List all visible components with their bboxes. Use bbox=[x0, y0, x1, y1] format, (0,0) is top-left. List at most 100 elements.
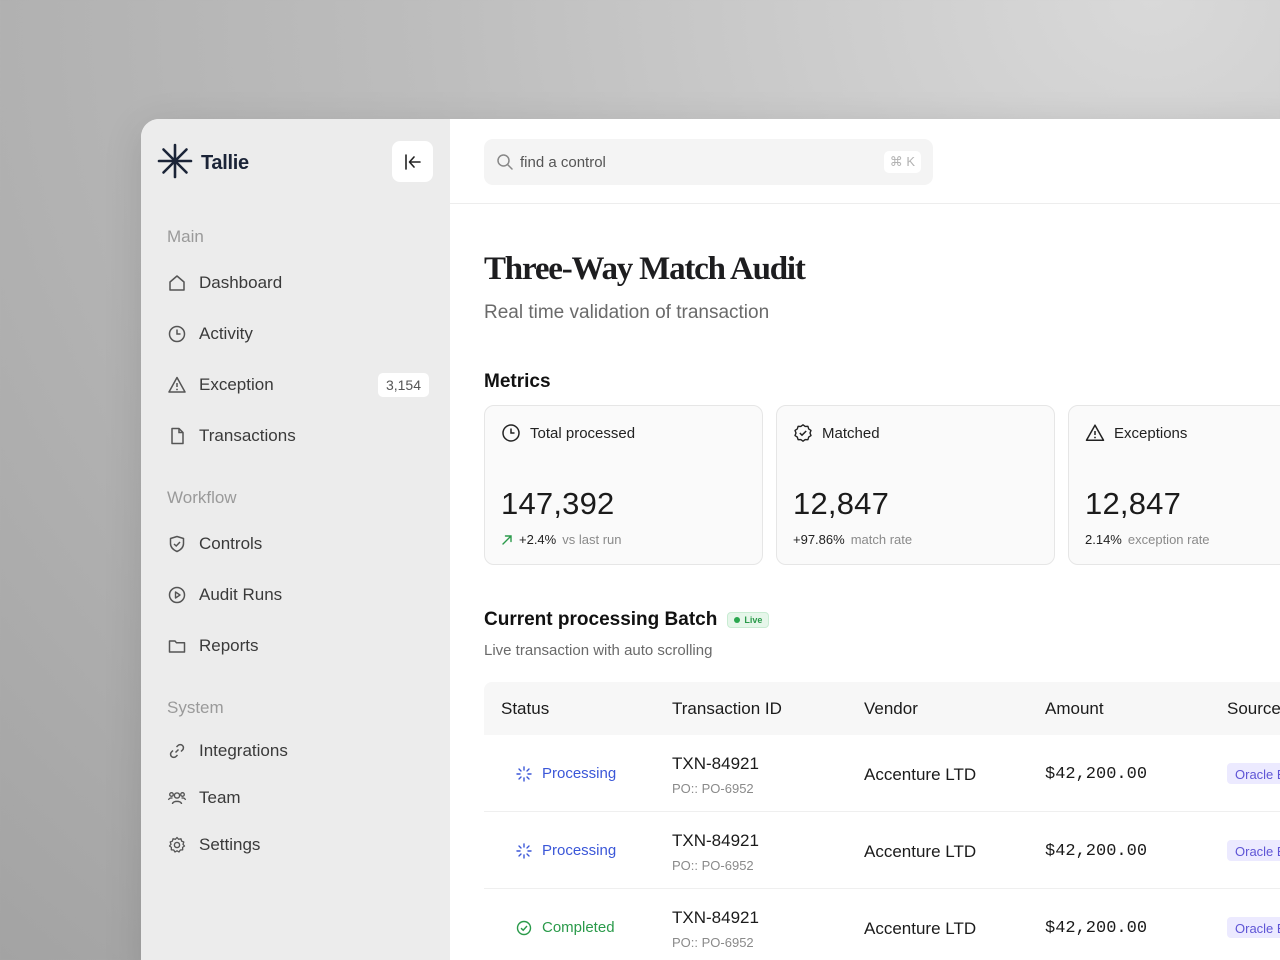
sidebar-item-settings[interactable]: Settings bbox=[167, 829, 429, 861]
po-number: PO:: PO-6952 bbox=[672, 781, 754, 796]
transaction-id: TXN-84921 bbox=[672, 908, 759, 927]
metric-label: Exceptions bbox=[1114, 424, 1188, 442]
search-placeholder: find a control bbox=[520, 153, 606, 171]
app-window: Tallie Main Dashboard Activity Exception… bbox=[141, 119, 1280, 960]
trend-up-icon bbox=[502, 534, 512, 545]
sidebar-item-transactions[interactable]: Transactions bbox=[167, 420, 429, 452]
play-icon bbox=[168, 586, 186, 604]
sidebar: Tallie Main Dashboard Activity Exception… bbox=[141, 119, 450, 960]
metrics-title: Metrics bbox=[484, 371, 551, 392]
brand-name: Tallie bbox=[201, 152, 249, 174]
amount: $42,200.00 bbox=[1045, 842, 1148, 861]
metric-value: 12,847 bbox=[1085, 486, 1182, 521]
transactions-table: Status Transaction ID Vendor Amount Sour… bbox=[484, 682, 1280, 960]
column-header-transaction-id[interactable]: Transaction ID bbox=[672, 699, 782, 719]
column-header-source[interactable]: Source bbox=[1227, 699, 1280, 719]
sidebar-item-label: Settings bbox=[199, 835, 261, 854]
page-title: Three-Way Match Audit bbox=[484, 251, 806, 287]
search-input[interactable]: find a control ⌘ K bbox=[484, 139, 933, 185]
sidebar-item-label: Team bbox=[199, 788, 241, 807]
home-icon bbox=[169, 275, 185, 291]
status-cell: Processing bbox=[516, 765, 616, 782]
file-icon bbox=[171, 427, 184, 445]
asterisk-logo-icon bbox=[157, 143, 193, 184]
search-shortcut: ⌘ K bbox=[883, 151, 921, 173]
check-circle-icon bbox=[516, 920, 532, 935]
spinner-icon bbox=[516, 842, 532, 859]
table-row[interactable]: Processing TXN-84921 PO:: PO-6952 Accent… bbox=[484, 735, 1280, 812]
sidebar-item-integrations[interactable]: Integrations bbox=[167, 735, 429, 767]
clock-icon bbox=[502, 424, 520, 442]
metric-note-text: match rate bbox=[850, 532, 913, 547]
nav-section-workflow: Workflow bbox=[167, 488, 237, 507]
sidebar-item-label: Audit Runs bbox=[199, 585, 283, 604]
users-icon bbox=[167, 792, 187, 805]
live-dot-icon bbox=[734, 616, 741, 623]
page-subtitle: Real time validation of transaction bbox=[484, 302, 770, 323]
collapse-left-icon bbox=[404, 153, 421, 170]
nav-section-main: Main bbox=[167, 227, 204, 246]
spinner-icon bbox=[516, 765, 532, 782]
sidebar-item-controls[interactable]: Controls bbox=[167, 528, 429, 560]
folder-icon bbox=[168, 640, 186, 653]
metric-card-header: Total processed bbox=[501, 423, 635, 443]
metric-delta: +2.4% bbox=[519, 532, 557, 547]
table-header: Status Transaction ID Vendor Amount Sour… bbox=[484, 682, 1280, 735]
batch-title: Current processing Batch Live bbox=[484, 609, 770, 631]
amount: $42,200.00 bbox=[1045, 919, 1148, 938]
sidebar-item-label: Controls bbox=[199, 534, 263, 553]
sidebar-item-activity[interactable]: Activity bbox=[167, 318, 429, 350]
column-header-status[interactable]: Status bbox=[501, 699, 549, 719]
status-label: Processing bbox=[542, 842, 617, 859]
metric-delta: 2.14% bbox=[1085, 532, 1122, 547]
vendor-name: Accenture LTD bbox=[864, 765, 977, 784]
metric-card-header: Matched bbox=[793, 423, 880, 443]
source-tag: Oracle ERP bbox=[1227, 917, 1280, 938]
sidebar-item-team[interactable]: Team bbox=[167, 782, 429, 814]
sidebar-item-label: Exception bbox=[199, 375, 274, 394]
sidebar-item-label: Integrations bbox=[199, 741, 288, 760]
topbar: find a control ⌘ K bbox=[450, 119, 1280, 204]
metric-note-text: vs last run bbox=[562, 532, 622, 547]
sidebar-item-label: Reports bbox=[199, 636, 259, 655]
sidebar-item-label: Transactions bbox=[199, 426, 296, 445]
live-badge: Live bbox=[727, 611, 770, 628]
sidebar-item-audit-runs[interactable]: Audit Runs bbox=[167, 579, 429, 611]
metric-note: +2.4% vs last run bbox=[501, 532, 621, 547]
sidebar-item-exception[interactable]: Exception 3,154 bbox=[167, 369, 429, 401]
source-tag: Oracle ERP bbox=[1227, 840, 1280, 861]
metric-card-matched: Matched 12,847 +97.86% match rate bbox=[776, 405, 1055, 565]
search-icon bbox=[497, 154, 513, 170]
metric-card-total-processed: Total processed 147,392 +2.4% vs last ru… bbox=[484, 405, 763, 565]
nav-section-system: System bbox=[167, 698, 224, 717]
brand: Tallie bbox=[157, 143, 249, 184]
sidebar-item-dashboard[interactable]: Dashboard bbox=[167, 267, 429, 299]
batch-subtitle: Live transaction with auto scrolling bbox=[484, 642, 713, 659]
metric-delta: +97.86% bbox=[793, 532, 845, 547]
metric-card-exceptions: Exceptions 12,847 2.14% exception rate bbox=[1068, 405, 1280, 565]
column-header-amount[interactable]: Amount bbox=[1045, 699, 1104, 719]
status-label: Completed bbox=[542, 919, 615, 936]
sidebar-item-label: Dashboard bbox=[199, 273, 283, 292]
warning-icon bbox=[168, 376, 186, 393]
table-row[interactable]: Processing TXN-84921 PO:: PO-6952 Accent… bbox=[484, 812, 1280, 889]
live-label: Live bbox=[744, 614, 763, 625]
po-number: PO:: PO-6952 bbox=[672, 858, 754, 873]
metric-card-header: Exceptions bbox=[1085, 423, 1187, 443]
transaction-id: TXN-84921 bbox=[672, 831, 759, 850]
status-cell: Completed bbox=[516, 919, 615, 936]
metric-label: Matched bbox=[822, 424, 880, 442]
metric-note-text: exception rate bbox=[1127, 532, 1210, 547]
collapse-sidebar-button[interactable] bbox=[392, 141, 433, 182]
status-cell: Processing bbox=[516, 842, 616, 859]
sidebar-item-label: Activity bbox=[199, 324, 253, 343]
table-row[interactable]: Completed TXN-84921 PO:: PO-6952 Accentu… bbox=[484, 889, 1280, 960]
column-header-vendor[interactable]: Vendor bbox=[864, 699, 918, 719]
source-tag: Oracle ERP bbox=[1227, 763, 1280, 784]
vendor-name: Accenture LTD bbox=[864, 919, 977, 938]
metric-value: 147,392 bbox=[501, 486, 615, 521]
vendor-name: Accenture LTD bbox=[864, 842, 977, 861]
sidebar-item-reports[interactable]: Reports bbox=[167, 630, 429, 662]
shield-icon bbox=[169, 535, 185, 553]
clock-icon bbox=[168, 325, 186, 343]
